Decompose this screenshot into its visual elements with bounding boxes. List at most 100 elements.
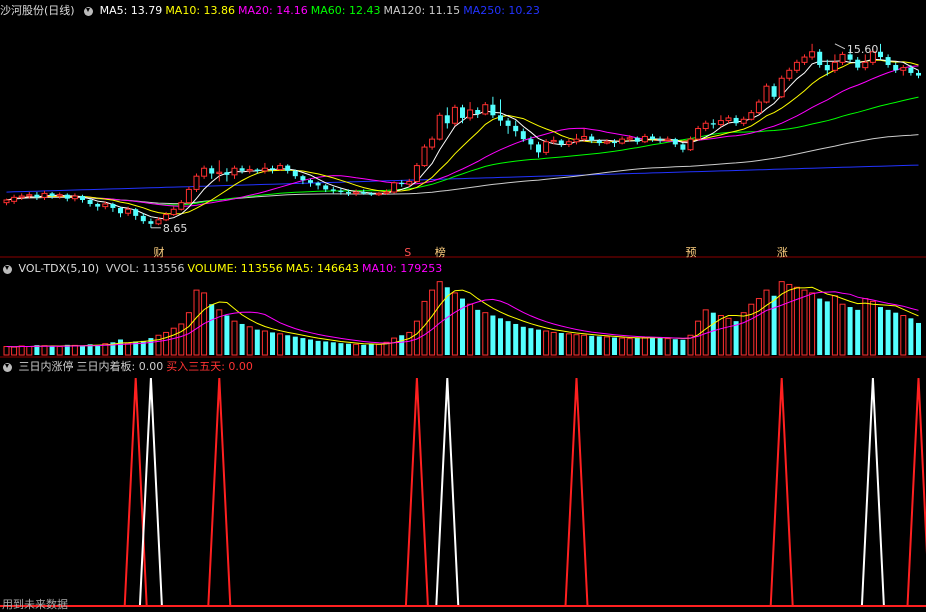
volume-bar <box>650 336 655 355</box>
candle <box>170 208 177 216</box>
volume-bar <box>550 331 557 356</box>
volume-bar <box>672 339 678 355</box>
candle <box>558 140 564 145</box>
volume-bar <box>839 303 846 356</box>
volume-bar <box>155 334 162 356</box>
volume-bar <box>429 289 436 356</box>
volume-bar <box>680 339 686 355</box>
candle <box>224 172 230 175</box>
candle <box>771 86 777 97</box>
candle <box>346 192 351 194</box>
candle <box>34 194 40 198</box>
candle <box>56 194 63 197</box>
volume-bar <box>49 346 55 355</box>
candle <box>110 203 116 208</box>
candle <box>748 112 755 120</box>
candle <box>878 51 883 58</box>
candle <box>482 104 489 115</box>
candle <box>429 138 436 148</box>
volume-bar <box>270 332 275 355</box>
volume-bar <box>664 338 671 356</box>
volume-bar <box>444 287 450 355</box>
candle <box>330 189 336 191</box>
volume-bar <box>11 346 18 356</box>
event-marker: 榜 <box>435 245 446 259</box>
candle <box>231 167 238 176</box>
candle <box>254 169 260 171</box>
candle <box>916 72 921 76</box>
signal-spike <box>769 377 794 607</box>
volume-bar <box>596 336 602 355</box>
volume-bar <box>862 298 869 356</box>
candle <box>641 135 648 143</box>
volume-bar <box>490 315 496 355</box>
volume-bar <box>315 340 321 355</box>
candle <box>315 182 321 186</box>
candle <box>421 146 428 167</box>
volume-bar <box>528 328 534 355</box>
candle <box>368 193 374 195</box>
candle <box>406 180 413 185</box>
candle <box>26 194 33 197</box>
volume-bar <box>817 298 823 355</box>
candle <box>885 57 891 65</box>
volume-bar <box>498 318 503 355</box>
volume-bar <box>239 323 245 355</box>
signal-spike <box>564 377 589 607</box>
candle <box>619 138 626 144</box>
volume-bar <box>589 335 595 355</box>
volume-bar <box>809 292 816 356</box>
volume-bar <box>292 336 298 355</box>
future-data-note: 用到未来数据 <box>2 598 68 611</box>
volume-bar <box>740 312 747 356</box>
candle <box>490 104 496 116</box>
volume-bar <box>467 303 474 356</box>
signal-spike <box>404 377 429 607</box>
volume-bar <box>375 343 382 356</box>
volume-bar <box>277 333 284 356</box>
volume-bar <box>831 295 838 356</box>
candle <box>855 59 861 68</box>
volume-bar <box>893 312 899 355</box>
candle <box>778 77 785 98</box>
candle <box>550 139 557 143</box>
candle <box>133 209 139 216</box>
candle <box>292 170 298 177</box>
candle <box>702 122 709 130</box>
volume-bar <box>513 323 519 355</box>
candle <box>893 65 899 71</box>
candle <box>505 120 511 126</box>
volume-bar <box>543 330 550 356</box>
candle <box>520 131 526 140</box>
candle <box>148 221 154 224</box>
volume-bar <box>18 345 25 356</box>
volume-bar <box>246 326 253 356</box>
volume-bar <box>330 342 336 355</box>
volume-bar <box>26 346 33 356</box>
candle <box>64 194 70 199</box>
candle <box>201 167 208 177</box>
candle <box>596 140 602 144</box>
signal-spike <box>860 377 885 607</box>
candle <box>163 214 170 221</box>
volume-bar <box>451 292 458 356</box>
candle <box>573 138 580 143</box>
volume-bar <box>763 289 770 356</box>
volume-bar <box>908 318 914 355</box>
candle <box>801 56 808 63</box>
candle <box>451 106 458 124</box>
candle <box>475 110 481 114</box>
price-annotation: 15.60 <box>847 43 879 56</box>
signal-spike <box>435 377 460 607</box>
event-marker: 预 <box>686 246 697 259</box>
volume-bar <box>603 336 610 356</box>
volume-bar <box>786 283 793 356</box>
candle <box>908 67 914 73</box>
candle <box>862 61 869 69</box>
candle <box>277 165 284 171</box>
volume-bar <box>170 327 177 356</box>
price-annotation: 8.65 <box>163 222 188 235</box>
candle <box>839 53 846 63</box>
candle <box>87 200 93 204</box>
volume-bar <box>558 332 564 355</box>
